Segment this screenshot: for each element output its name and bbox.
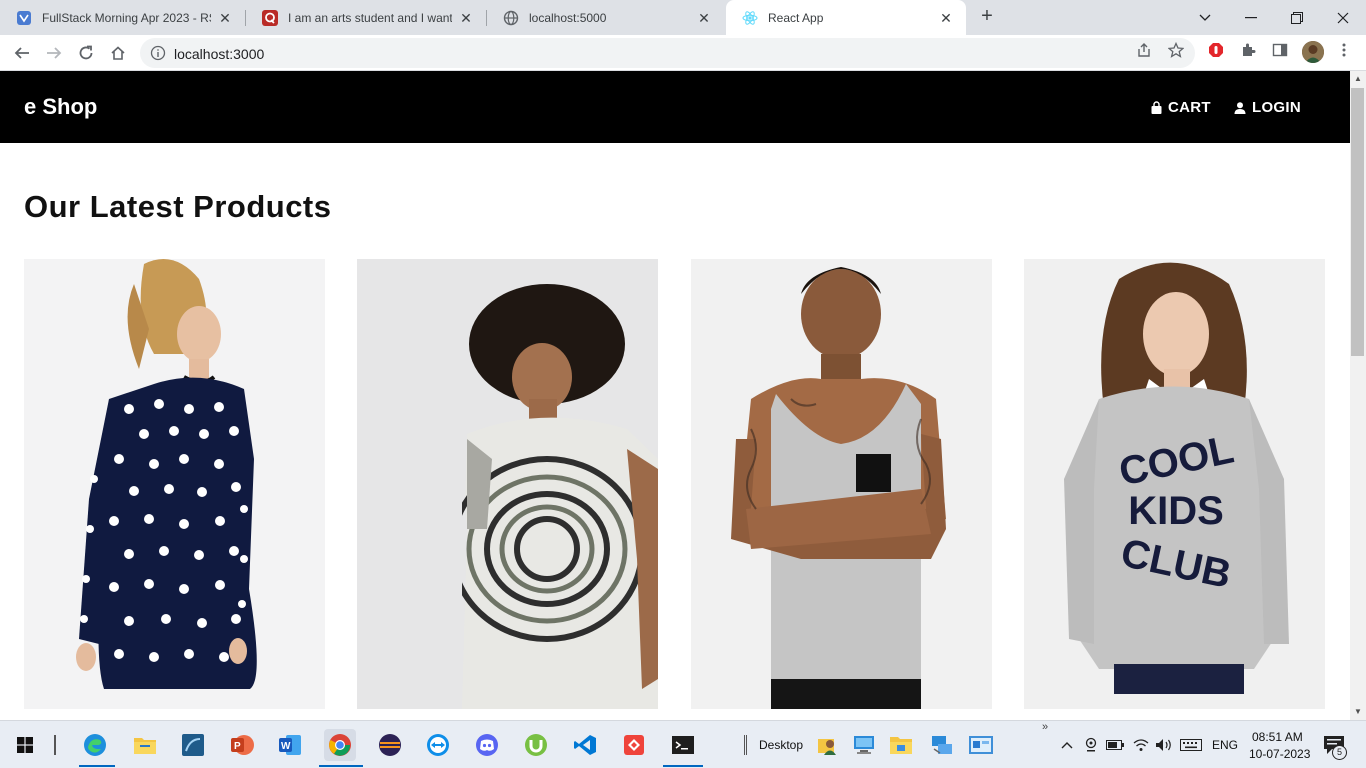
new-tab-button[interactable]: + bbox=[976, 6, 998, 28]
user-folder-icon[interactable] bbox=[811, 729, 843, 761]
tab-close-icon[interactable]: ✕ bbox=[458, 10, 474, 26]
scrollbar-thumb[interactable] bbox=[1351, 88, 1364, 356]
windows-start-icon[interactable] bbox=[9, 729, 41, 761]
home-icon[interactable] bbox=[106, 41, 130, 65]
reload-icon[interactable] bbox=[74, 41, 98, 65]
side-panel-icon[interactable] bbox=[1272, 42, 1288, 58]
site-navbar: e Shop CART LOGIN bbox=[0, 71, 1350, 143]
mysql-workbench-icon[interactable] bbox=[177, 729, 209, 761]
product-photo-tiedye-tee bbox=[357, 259, 658, 709]
utorrent-icon[interactable] bbox=[520, 729, 552, 761]
webcam-icon[interactable] bbox=[1082, 729, 1100, 761]
wifi-icon[interactable] bbox=[1130, 729, 1152, 761]
nav-cart-label: CART bbox=[1168, 99, 1211, 116]
chrome-taskbar-icon[interactable] bbox=[324, 729, 356, 761]
restore-button[interactable] bbox=[1274, 0, 1320, 35]
react-icon bbox=[742, 10, 758, 26]
notification-count-badge: 5 bbox=[1332, 745, 1347, 760]
active-app-indicator bbox=[319, 765, 363, 767]
quora-icon bbox=[262, 9, 278, 26]
minimize-button[interactable] bbox=[1228, 0, 1274, 35]
clock-date[interactable]: 10-07-2023 bbox=[1249, 747, 1310, 761]
nav-login-label: LOGIN bbox=[1252, 99, 1301, 116]
shirt-print-line-2: KIDS bbox=[1128, 489, 1224, 533]
toolbar-separator bbox=[744, 735, 747, 755]
svg-text:P: P bbox=[234, 741, 241, 752]
nav-cart-link[interactable]: CART bbox=[1151, 99, 1211, 116]
input-language[interactable]: ENG bbox=[1212, 738, 1238, 752]
tab-title: I am an arts student and I want to bbox=[288, 10, 452, 25]
site-info-icon[interactable] bbox=[150, 45, 166, 61]
tab-react-app[interactable]: React App ✕ bbox=[726, 0, 966, 35]
address-bar[interactable]: localhost:3000 bbox=[140, 38, 1195, 68]
battery-icon[interactable] bbox=[1104, 729, 1126, 761]
desktop-toolbar-label[interactable]: Desktop bbox=[759, 738, 803, 752]
anydesk-icon[interactable] bbox=[618, 729, 650, 761]
tab-fullstack[interactable]: FullStack Morning Apr 2023 - RST ✕ bbox=[0, 0, 245, 35]
tab-close-icon[interactable]: ✕ bbox=[696, 10, 712, 26]
browser-toolbar: localhost:3000 bbox=[0, 35, 1366, 71]
vscode-icon[interactable] bbox=[569, 729, 601, 761]
scroll-up-arrow-icon[interactable]: ▲ bbox=[1350, 71, 1366, 87]
this-pc-icon[interactable] bbox=[848, 729, 880, 761]
terminal-icon[interactable] bbox=[667, 729, 699, 761]
product-card-image[interactable] bbox=[691, 259, 992, 709]
active-app-indicator bbox=[663, 765, 703, 767]
libraries-folder-icon[interactable] bbox=[885, 729, 917, 761]
product-card-image[interactable] bbox=[357, 259, 658, 709]
chrome-menu-icon[interactable] bbox=[1336, 42, 1352, 58]
keyboard-icon[interactable] bbox=[1178, 729, 1204, 761]
tab-title: FullStack Morning Apr 2023 - RST bbox=[42, 10, 211, 25]
svg-text:W: W bbox=[281, 741, 291, 752]
windows-taskbar: P W Desktop » ENG 08:51 AM 10-07-2023 5 bbox=[0, 720, 1366, 768]
bookmark-star-icon[interactable] bbox=[1167, 41, 1185, 58]
section-title: Our Latest Products bbox=[24, 189, 332, 224]
tab-title: React App bbox=[768, 10, 824, 25]
brand-logo[interactable]: e Shop bbox=[24, 94, 97, 120]
close-window-button[interactable] bbox=[1320, 0, 1366, 35]
show-hidden-icons-chevron-icon[interactable] bbox=[1058, 729, 1076, 761]
tab-favicon-icon bbox=[16, 10, 32, 26]
user-icon bbox=[1234, 101, 1246, 114]
file-explorer-icon[interactable] bbox=[129, 729, 161, 761]
tab-title: localhost:5000 bbox=[529, 10, 607, 25]
word-icon[interactable]: W bbox=[274, 729, 306, 761]
nav-login-link[interactable]: LOGIN bbox=[1234, 99, 1301, 116]
edge-icon[interactable] bbox=[79, 729, 111, 761]
active-app-indicator bbox=[79, 765, 115, 767]
product-card-image[interactable] bbox=[24, 259, 325, 709]
forward-arrow-icon[interactable] bbox=[42, 41, 66, 65]
adblock-extension-icon[interactable] bbox=[1208, 42, 1224, 58]
volume-icon[interactable] bbox=[1153, 729, 1175, 761]
share-icon[interactable] bbox=[1136, 42, 1152, 58]
tab-localhost-5000[interactable]: localhost:5000 ✕ bbox=[487, 0, 724, 35]
tab-quora[interactable]: I am an arts student and I want to ✕ bbox=[246, 0, 486, 35]
page-viewport: e Shop CART LOGIN Our Latest Products CO… bbox=[0, 71, 1350, 720]
product-photo-cool-kids-sweatshirt: COOL KIDS CLUB bbox=[1024, 259, 1325, 709]
tab-close-icon[interactable]: ✕ bbox=[938, 10, 954, 26]
extensions-puzzle-icon[interactable] bbox=[1240, 42, 1256, 58]
browser-tab-bar: FullStack Morning Apr 2023 - RST ✕ I am … bbox=[0, 0, 1366, 35]
tab-close-icon[interactable]: ✕ bbox=[217, 10, 233, 26]
taskbar-separator bbox=[54, 735, 56, 755]
eclipse-icon[interactable] bbox=[374, 729, 406, 761]
globe-icon bbox=[503, 10, 519, 26]
product-card-image[interactable]: COOL KIDS CLUB bbox=[1024, 259, 1325, 709]
teamviewer-icon[interactable] bbox=[422, 729, 454, 761]
clock-time[interactable]: 08:51 AM bbox=[1252, 730, 1303, 744]
powerpoint-icon[interactable]: P bbox=[226, 729, 258, 761]
url-text: localhost:3000 bbox=[174, 46, 265, 62]
toolbar-overflow-chevron[interactable]: » bbox=[1042, 721, 1048, 733]
back-arrow-icon[interactable] bbox=[10, 41, 34, 65]
product-photo-tank-top bbox=[691, 259, 992, 709]
product-photo-polka-dress bbox=[24, 259, 325, 709]
scroll-down-arrow-icon[interactable]: ▼ bbox=[1350, 704, 1366, 720]
control-panel-icon[interactable] bbox=[965, 729, 997, 761]
bag-icon bbox=[1151, 101, 1162, 114]
profile-avatar[interactable] bbox=[1302, 41, 1324, 63]
discord-icon[interactable] bbox=[471, 729, 503, 761]
tab-search-chevron-icon[interactable] bbox=[1182, 0, 1228, 35]
network-icon[interactable] bbox=[925, 729, 957, 761]
